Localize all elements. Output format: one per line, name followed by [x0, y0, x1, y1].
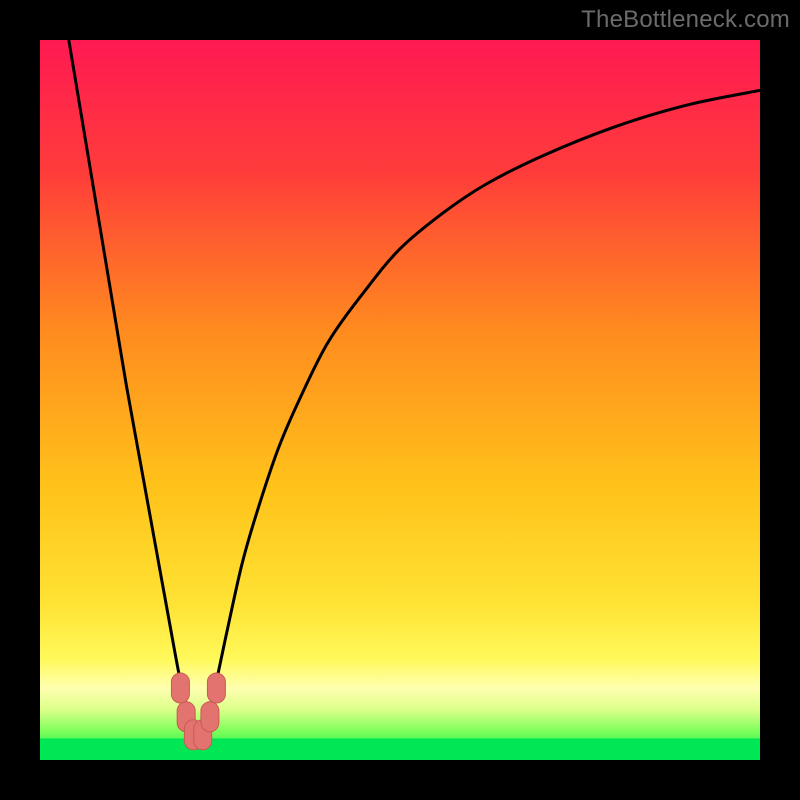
gradient-background	[40, 40, 760, 760]
near-optimum-marker	[207, 673, 225, 703]
chart-frame: TheBottleneck.com	[0, 0, 800, 800]
near-optimum-marker	[201, 702, 219, 732]
plot-area	[40, 40, 760, 760]
watermark-text: TheBottleneck.com	[581, 6, 790, 34]
green-band	[40, 738, 760, 760]
bottleneck-chart	[40, 40, 760, 760]
near-optimum-marker	[171, 673, 189, 703]
